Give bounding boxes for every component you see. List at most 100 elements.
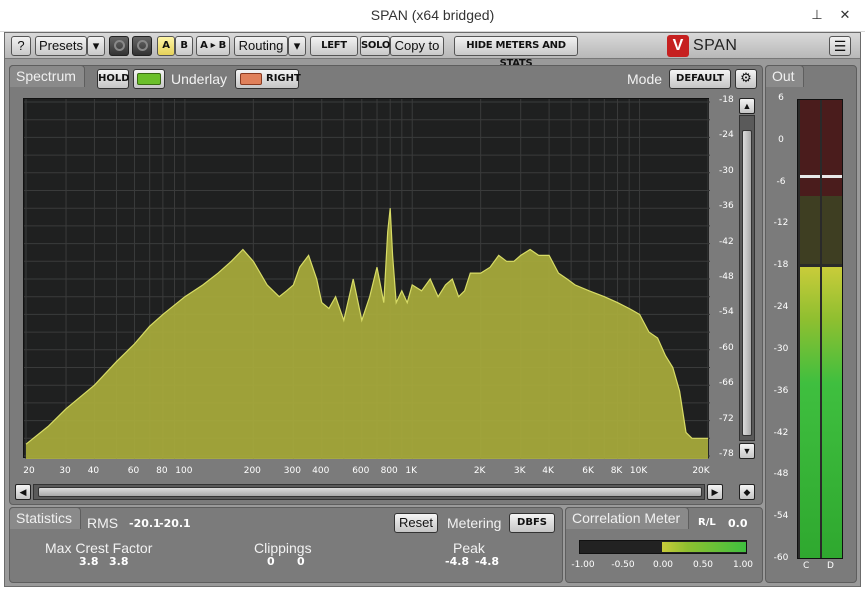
meter-left-peak-hold <box>800 175 820 179</box>
crest-factor-label: Max Crest Factor <box>45 540 153 556</box>
db-tick-label: -42 <box>719 236 734 247</box>
pin-icon[interactable]: ⊥ <box>806 6 828 24</box>
frequency-tick-label: 1K <box>405 466 418 476</box>
peak-label: Peak <box>453 540 485 556</box>
hold-button[interactable]: HOLD <box>97 69 130 89</box>
preset-a-button[interactable]: A <box>157 36 175 56</box>
frequency-tick-label: 600 <box>352 466 370 476</box>
spectrum-tab[interactable]: Spectrum <box>9 65 85 87</box>
scroll-down-button[interactable]: ▼ <box>739 443 755 459</box>
routing-button[interactable]: Routing <box>234 36 288 56</box>
frequency-tick-label: 8K <box>610 466 623 476</box>
solo-button[interactable]: SOLO <box>360 36 390 56</box>
frequency-tick-label: 30 <box>59 466 71 476</box>
frequency-tick-label: 200 <box>243 466 261 476</box>
db-tick-label: -54 <box>719 307 734 318</box>
metering-label: Metering <box>447 515 502 531</box>
horizontal-scroll-track[interactable] <box>33 484 705 500</box>
meter-left-red-zone <box>800 100 820 196</box>
vertical-scroll-thumb[interactable] <box>742 130 752 436</box>
meter-tick-label: -54 <box>773 511 789 522</box>
redo-icon[interactable] <box>132 36 152 56</box>
correlation-tab[interactable]: Correlation Meter <box>565 507 690 529</box>
db-tick-label: -66 <box>719 378 734 389</box>
close-icon[interactable]: ✕ <box>834 6 856 24</box>
mode-dropdown[interactable]: DEFAULT <box>669 69 731 89</box>
spectrum-area <box>26 208 708 459</box>
meter-tick-label: -12 <box>773 218 789 229</box>
scroll-up-button[interactable]: ▲ <box>739 98 755 114</box>
spectrum-svg <box>24 99 710 459</box>
menu-icon[interactable]: ☰ <box>829 36 851 56</box>
meter-tick-label: -30 <box>773 343 789 354</box>
underlay-color-swatch <box>240 73 262 85</box>
meter-tick-label: -42 <box>773 427 789 438</box>
scroll-reset-icon[interactable]: ◆ <box>739 484 755 500</box>
help-button[interactable]: ? <box>11 36 31 56</box>
meter-left-level <box>800 267 820 558</box>
underlay-label: Underlay <box>171 71 228 87</box>
meter-right-peak-hold <box>822 175 842 179</box>
span-logo: V SPAN <box>667 35 747 57</box>
undo-icon[interactable] <box>109 36 129 56</box>
meter-tick-label: -18 <box>773 260 789 271</box>
frequency-tick-label: 2K <box>473 466 486 476</box>
vertical-scroll-track[interactable] <box>739 115 755 441</box>
frequency-tick-label: 40 <box>87 466 100 476</box>
correlation-tick-label: 1.00 <box>732 560 754 570</box>
db-tick-label: -30 <box>719 165 734 176</box>
toolbar: ? Presets ▾ A B A ▸ B Routing ▾ LEFT SOL… <box>5 33 860 69</box>
rl-value: 0.0 <box>728 517 748 530</box>
reset-button[interactable]: Reset <box>394 513 438 533</box>
meter-channel-left-label: C <box>803 561 810 571</box>
left-channel-button[interactable]: LEFT <box>310 36 358 56</box>
hide-meters-button[interactable]: HIDE METERS AND STATS <box>454 36 578 69</box>
correlation-tick-label: 0.00 <box>652 560 674 570</box>
db-tick-label: -18 <box>719 95 734 105</box>
frequency-tick-label: 20 <box>23 466 35 476</box>
mode-label: Mode <box>627 71 663 87</box>
presets-button[interactable]: Presets <box>35 36 87 56</box>
meter-right-level <box>822 267 842 558</box>
settings-gear-icon[interactable]: ⚙ <box>735 69 757 89</box>
meter-right-yellow-zone <box>822 196 842 264</box>
db-tick-label: -48 <box>719 272 734 282</box>
frequency-tick-label: 4K <box>542 466 554 476</box>
db-tick-label: -36 <box>719 201 734 212</box>
underlay-right-button[interactable]: RIGHT <box>235 69 301 89</box>
meter-tick-label: -36 <box>773 385 789 396</box>
plugin-window: ? Presets ▾ A B A ▸ B Routing ▾ LEFT SOL… <box>4 32 861 587</box>
routing-dropdown-icon[interactable]: ▾ <box>288 36 306 56</box>
meter-tick-label: -6 <box>776 176 786 187</box>
scroll-left-button[interactable]: ◀ <box>15 484 31 500</box>
rms-right-value: -20.1 <box>159 517 191 530</box>
metering-dropdown[interactable]: DBFS <box>509 513 555 533</box>
meter-tick-label: -48 <box>773 469 789 480</box>
meter-tick-label: 6 <box>778 93 784 103</box>
rms-label: RMS <box>87 515 119 531</box>
correlation-tick-label: 0.50 <box>692 560 714 570</box>
db-tick-label: -24 <box>719 130 734 141</box>
frequency-tick-label: 300 <box>283 466 301 476</box>
out-tab[interactable]: Out <box>765 65 804 87</box>
copy-a-to-b-button[interactable]: A ▸ B <box>196 36 230 56</box>
meter-tick-label: -24 <box>773 302 789 313</box>
frequency-tick-label: 100 <box>175 466 193 476</box>
clippings-left-value: 0 <box>267 555 275 568</box>
meter-right-red-zone <box>822 100 842 196</box>
horizontal-scroll-thumb[interactable] <box>38 487 702 497</box>
preset-b-button[interactable]: B <box>175 36 193 56</box>
meter-tick-label: -60 <box>773 553 789 563</box>
presets-dropdown-icon[interactable]: ▾ <box>87 36 105 56</box>
statistics-tab[interactable]: Statistics <box>9 507 82 529</box>
copy-to-button[interactable]: Copy to <box>390 36 444 56</box>
hold-color-swatch[interactable] <box>133 69 165 89</box>
spectrum-graph[interactable] <box>23 98 710 459</box>
logo-text: SPAN <box>693 37 738 54</box>
scroll-right-button[interactable]: ▶ <box>707 484 723 500</box>
crest-right-value: 3.8 <box>109 555 129 568</box>
correlation-tick-label: -0.50 <box>611 560 635 570</box>
frequency-tick-label: 3K <box>513 466 526 476</box>
correlation-fill <box>662 542 746 552</box>
window-title: SPAN (x64 bridged) <box>370 7 495 23</box>
